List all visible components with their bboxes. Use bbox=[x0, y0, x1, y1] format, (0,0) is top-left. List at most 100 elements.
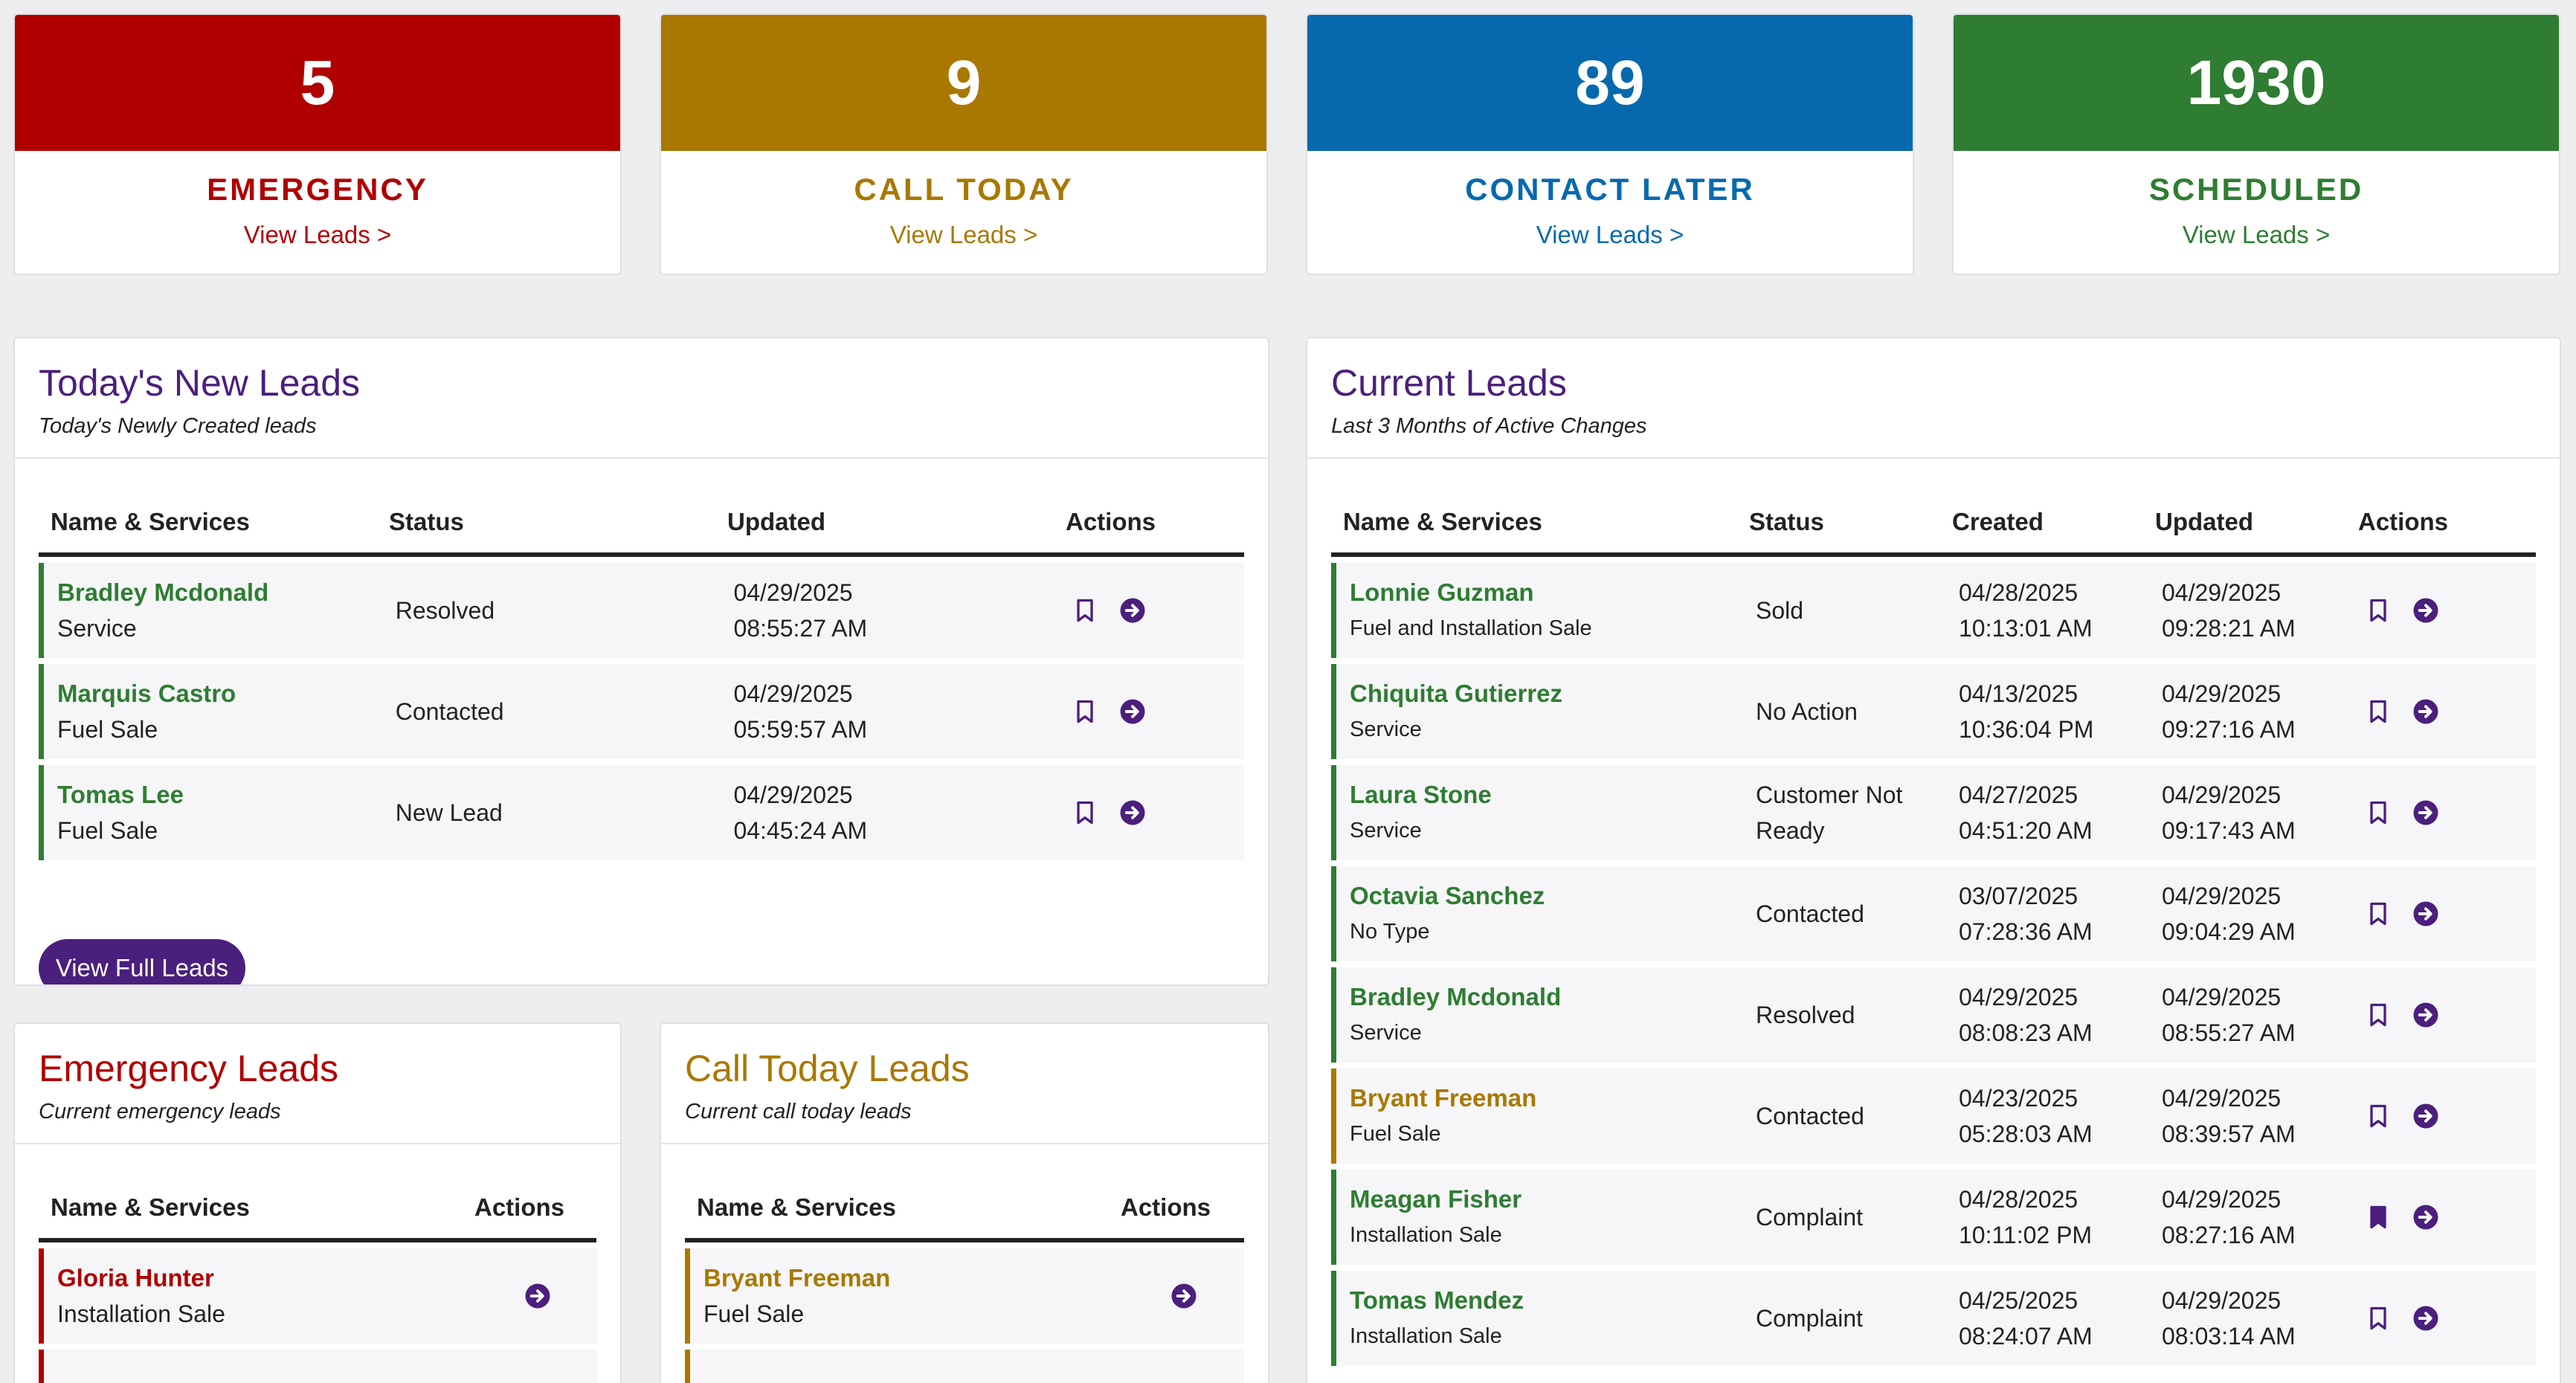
updated-cell: 04/29/2025 04:45:24 AM bbox=[720, 777, 1058, 848]
actions-cell bbox=[2351, 900, 2530, 927]
stat-count-scheduled: 1930 bbox=[1954, 15, 2559, 151]
arrow-right-circle-icon[interactable] bbox=[2412, 799, 2439, 826]
bookmark-icon[interactable] bbox=[1072, 597, 1098, 624]
arrow-right-circle-icon[interactable] bbox=[2412, 698, 2439, 725]
updated-cell: 04/29/2025 08:27:16 AM bbox=[2148, 1181, 2351, 1253]
updated-date: 04/29/2025 bbox=[2162, 781, 2282, 808]
updated-cell: 04/29/2025 08:55:27 AM bbox=[2148, 979, 2351, 1051]
arrow-right-circle-icon[interactable] bbox=[1119, 698, 1146, 725]
lead-name[interactable]: Esteban Hunter bbox=[703, 1379, 1114, 1383]
arrow-right-circle-icon[interactable] bbox=[1119, 597, 1146, 624]
lead-service: Installation Sale bbox=[1350, 1324, 1502, 1348]
name-services-cell: Bradley Mcdonald Service bbox=[1336, 979, 1742, 1051]
bookmark-icon[interactable] bbox=[2365, 698, 2392, 725]
col-actions: Actions bbox=[1066, 508, 1156, 535]
bookmark-icon[interactable] bbox=[2365, 597, 2392, 624]
table-row[interactable]: Chiquita Gutierrez Service No Action 04/13/… bbox=[1331, 664, 2536, 759]
arrow-right-circle-icon[interactable] bbox=[2412, 900, 2439, 927]
lead-name[interactable]: Bryant Freeman bbox=[703, 1260, 1114, 1296]
lead-name[interactable]: Bryant Freeman bbox=[1350, 1080, 1742, 1116]
view-leads-contact-later-link[interactable]: View Leads > bbox=[1307, 221, 1913, 249]
lead-service: Fuel Sale bbox=[1350, 1122, 1441, 1146]
actions-cell bbox=[1058, 698, 1244, 725]
table-row[interactable]: Bryant Freeman Fuel Sale bbox=[685, 1248, 1244, 1344]
bookmark-icon[interactable] bbox=[1072, 698, 1098, 725]
table-row[interactable]: Marshall Kennedy bbox=[39, 1350, 596, 1383]
stat-label-call-today: CALL TODAY bbox=[854, 172, 1074, 207]
table-row[interactable]: Esteban Hunter bbox=[685, 1350, 1244, 1383]
lead-name[interactable]: Laura Stone bbox=[1350, 777, 1742, 813]
table-header-row: Name & Services Actions bbox=[39, 1144, 596, 1242]
lead-name[interactable]: Tomas Lee bbox=[57, 777, 382, 813]
name-services-cell: Laura Stone Service bbox=[1336, 777, 1742, 848]
stat-count-contact-later: 89 bbox=[1307, 15, 1913, 151]
arrow-right-circle-icon[interactable] bbox=[2412, 1204, 2439, 1231]
lead-name[interactable]: Gloria Hunter bbox=[57, 1260, 468, 1296]
updated-cell: 04/29/2025 09:17:43 AM bbox=[2148, 777, 2351, 848]
arrow-right-circle-icon[interactable] bbox=[2412, 1103, 2439, 1129]
lead-status: New Lead bbox=[395, 799, 503, 826]
name-services-cell: Meagan Fisher Installation Sale bbox=[1336, 1181, 1742, 1253]
created-time: 10:11:02 PM bbox=[1959, 1222, 2093, 1248]
table-row[interactable]: Bradley Mcdonald Service Resolved 04/29/202… bbox=[1331, 967, 2536, 1063]
lead-name[interactable]: Octavia Sanchez bbox=[1350, 878, 1742, 914]
actions-cell bbox=[2351, 597, 2530, 624]
bookmark-icon[interactable] bbox=[2365, 1305, 2392, 1332]
call-today-rows: Bryant Freeman Fuel Sale Esteban Hunter bbox=[685, 1248, 1244, 1383]
view-leads-call-today-link[interactable]: View Leads > bbox=[661, 221, 1266, 249]
table-row[interactable]: Octavia Sanchez No Type Contacted 03/07/202… bbox=[1331, 866, 2536, 961]
actions-cell bbox=[2351, 1103, 2530, 1129]
arrow-right-circle-icon[interactable] bbox=[2412, 1305, 2439, 1332]
emergency-leads-panel: Emergency Leads Current emergency leads … bbox=[13, 1022, 622, 1383]
updated-time: 08:03:14 AM bbox=[2162, 1323, 2296, 1350]
col-actions: Actions bbox=[474, 1193, 565, 1221]
bookmark-icon[interactable] bbox=[2365, 799, 2392, 826]
table-row[interactable]: Tomas Mendez Installation Sale Complaint 04… bbox=[1331, 1271, 2536, 1366]
bookmark-icon[interactable] bbox=[2365, 1002, 2392, 1028]
lead-name[interactable]: Meagan Fisher bbox=[1350, 1181, 1742, 1217]
bookmark-icon[interactable] bbox=[2365, 1204, 2392, 1231]
table-row[interactable]: Laura Stone Service Customer Not Ready 04/2… bbox=[1331, 765, 2536, 860]
actions-cell bbox=[2351, 698, 2530, 725]
created-cell: 04/25/2025 08:24:07 AM bbox=[1945, 1283, 2148, 1354]
lead-name[interactable]: Chiquita Gutierrez bbox=[1350, 676, 1742, 712]
name-services-cell: Bryant Freeman Fuel Sale bbox=[1336, 1080, 1742, 1152]
view-leads-scheduled-link[interactable]: View Leads > bbox=[1954, 221, 2559, 249]
lead-service: Service bbox=[1350, 819, 1422, 842]
view-full-leads-button[interactable]: View Full Leads bbox=[39, 939, 245, 984]
bookmark-icon[interactable] bbox=[2365, 900, 2392, 927]
bookmark-icon[interactable] bbox=[2365, 1103, 2392, 1129]
table-row[interactable]: Bryant Freeman Fuel Sale Contacted 04/23/20… bbox=[1331, 1068, 2536, 1164]
lead-service: No Type bbox=[1350, 920, 1430, 944]
table-row[interactable]: Meagan Fisher Installation Sale Complaint 0… bbox=[1331, 1170, 2536, 1265]
lead-name[interactable]: Bradley Mcdonald bbox=[1350, 979, 1742, 1015]
lead-name[interactable]: Lonnie Guzman bbox=[1350, 575, 1742, 610]
arrow-right-circle-icon[interactable] bbox=[524, 1283, 551, 1309]
arrow-right-circle-icon[interactable] bbox=[1171, 1283, 1197, 1309]
lead-name[interactable]: Tomas Mendez bbox=[1350, 1283, 1742, 1318]
lead-name[interactable]: Marquis Castro bbox=[57, 676, 382, 712]
arrow-right-circle-icon[interactable] bbox=[1119, 799, 1146, 826]
updated-time: 09:04:29 AM bbox=[2162, 918, 2296, 945]
panel-title: Today's New Leads bbox=[39, 362, 361, 404]
lead-name[interactable]: Bradley Mcdonald bbox=[57, 575, 382, 610]
bookmark-icon[interactable] bbox=[1072, 799, 1098, 826]
created-time: 08:08:23 AM bbox=[1959, 1019, 2093, 1046]
arrow-right-circle-icon[interactable] bbox=[2412, 1002, 2439, 1028]
updated-cell: 04/29/2025 09:28:21 AM bbox=[2148, 575, 2351, 646]
table-row[interactable]: Marquis Castro Fuel Sale Contacted 04/29/20… bbox=[39, 664, 1244, 759]
arrow-right-circle-icon[interactable] bbox=[2412, 597, 2439, 624]
table-row[interactable]: Gloria Hunter Installation Sale bbox=[39, 1248, 596, 1344]
actions-cell bbox=[1114, 1283, 1240, 1309]
col-updated: Updated bbox=[2155, 508, 2253, 535]
table-row[interactable]: Lonnie Guzman Fuel and Installation Sale S… bbox=[1331, 563, 2536, 658]
updated-date: 04/29/2025 bbox=[2162, 1287, 2282, 1314]
lead-name[interactable]: Marshall Kennedy bbox=[57, 1379, 468, 1383]
actions-cell bbox=[1058, 597, 1244, 624]
table-row[interactable]: Tomas Lee Fuel Sale New Lead 04/29/2025 04:4… bbox=[39, 765, 1244, 860]
created-date: 04/25/2025 bbox=[1959, 1287, 2078, 1314]
table-row[interactable]: Bradley Mcdonald Service Resolved 04/29/202… bbox=[39, 563, 1244, 658]
view-leads-emergency-link[interactable]: View Leads > bbox=[15, 221, 620, 249]
name-services-cell: Marshall Kennedy bbox=[44, 1379, 468, 1383]
created-date: 04/28/2025 bbox=[1959, 579, 2078, 606]
